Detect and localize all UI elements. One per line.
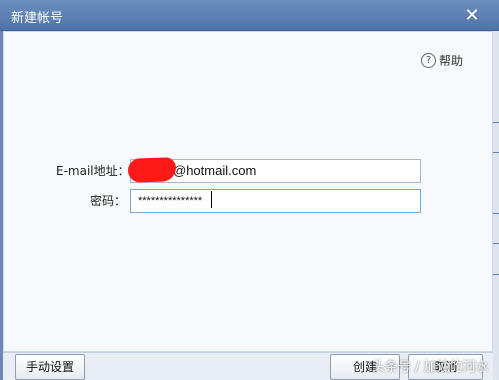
manual-setup-button[interactable]: 手动设置: [15, 354, 85, 380]
password-label: 密码：: [90, 194, 127, 208]
background-window-edge: [493, 31, 499, 380]
password-field[interactable]: ***************: [130, 189, 421, 213]
window-title: 新建帐号: [11, 11, 64, 26]
email-value: @hotmail.com: [173, 163, 257, 178]
password-value: ***************: [138, 195, 203, 207]
help-label: 帮助: [439, 54, 464, 68]
window-titlebar: 新建帐号 ✕: [0, 0, 499, 31]
close-icon[interactable]: ✕: [462, 6, 482, 26]
redaction-mark: [127, 157, 177, 183]
question-circle-icon: ?: [421, 53, 436, 68]
email-label: E-mail地址：: [56, 164, 130, 178]
watermark: 头条号 / 加油的河水: [372, 360, 489, 375]
text-caret: [211, 191, 212, 208]
help-link[interactable]: ? 帮助: [421, 52, 463, 69]
